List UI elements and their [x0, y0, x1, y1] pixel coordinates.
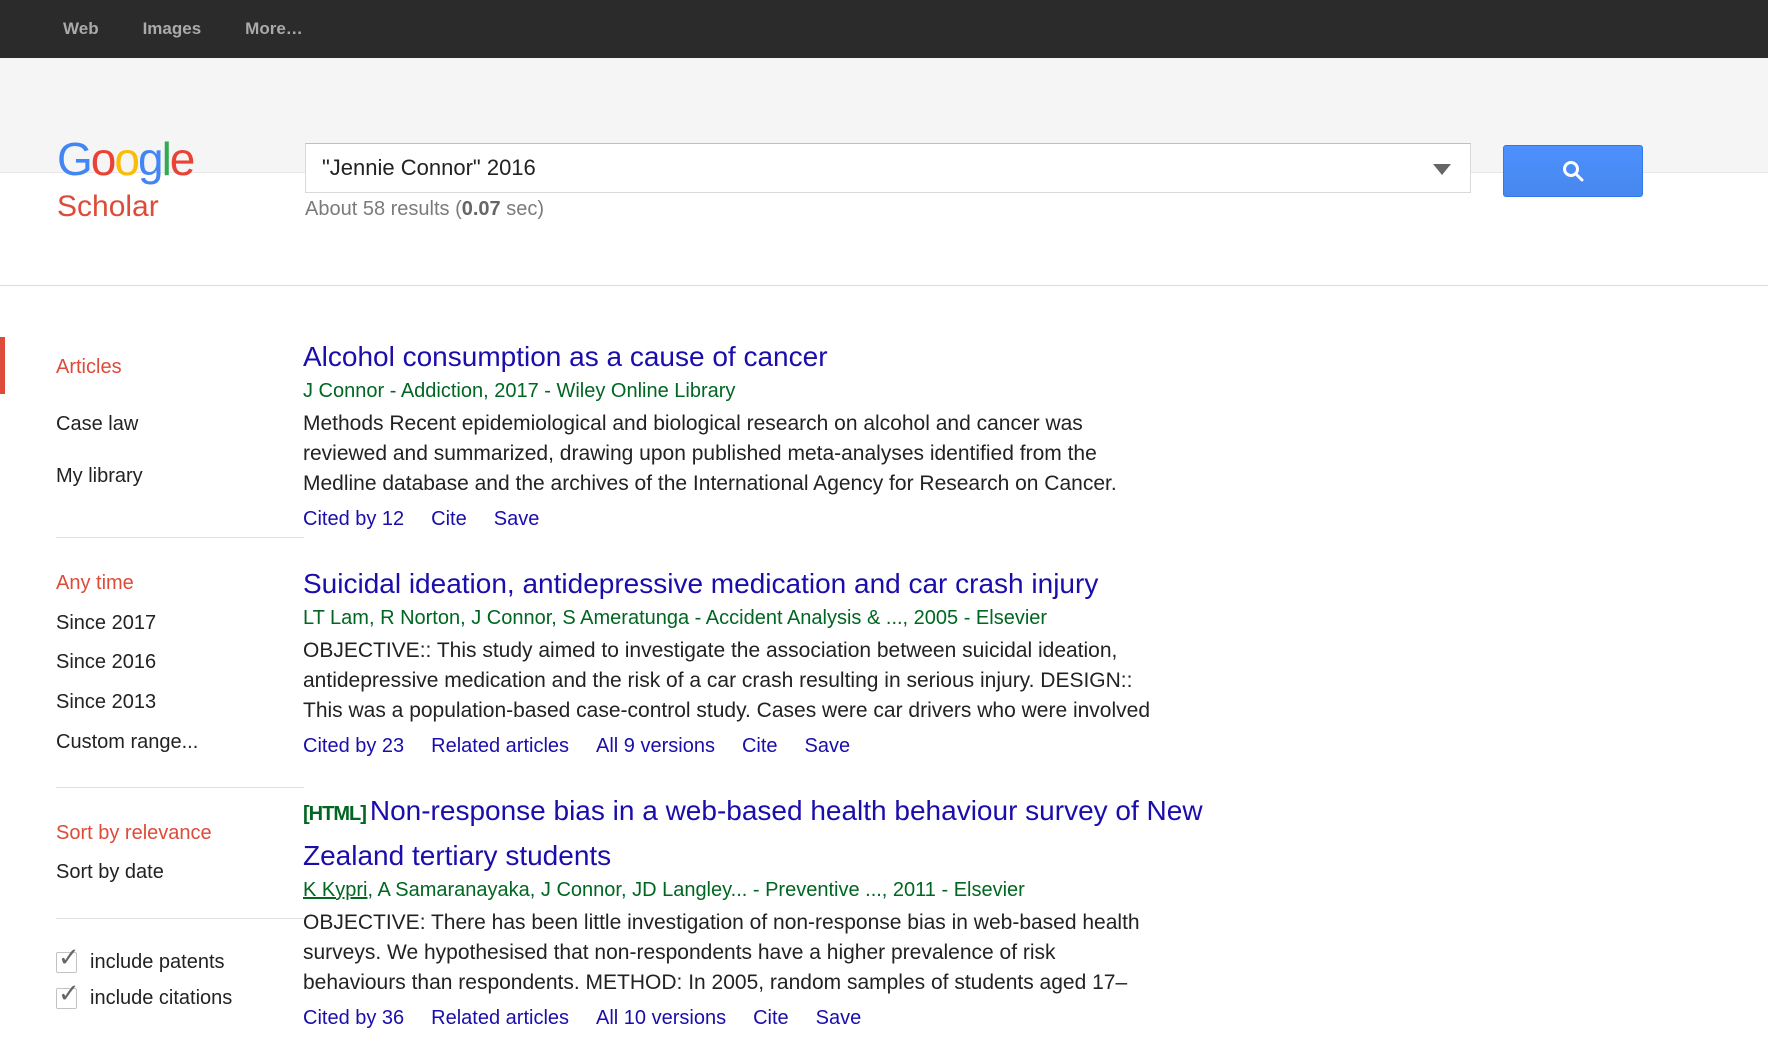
search-result: [HTML]Non-response bias in a web-based h… [303, 790, 1413, 1030]
results-stats: About 58 results (0.07 sec) [305, 198, 544, 221]
search-button[interactable] [1503, 145, 1643, 197]
result-link[interactable]: All 9 versions [596, 734, 715, 758]
result-link[interactable]: Cited by 23 [303, 734, 404, 758]
sidebar-item-case-law[interactable]: Case law [56, 412, 138, 436]
include-citations-label: include citations [90, 986, 232, 1010]
result-snippet: OBJECTIVE: There has been little investi… [303, 908, 1413, 998]
result-authors: LT Lam, R Norton, J Connor, S Ameratunga… [303, 606, 1413, 630]
search-icon [1560, 158, 1586, 184]
search-result: Suicidal ideation, antidepressive medica… [303, 563, 1413, 758]
result-link[interactable]: Cite [431, 507, 467, 531]
author-profile-link[interactable]: K Kypri [303, 879, 367, 901]
include-patents-label: include patents [90, 950, 225, 974]
sidebar-divider [56, 787, 304, 788]
advanced-search-dropdown-icon[interactable] [1433, 164, 1451, 175]
include-patents-option[interactable]: ✓ include patents [56, 950, 225, 974]
result-actions: Cited by 12 Cite Save [303, 507, 1413, 531]
result-title-link[interactable]: Suicidal ideation, antidepressive medica… [303, 563, 1413, 605]
result-snippet: OBJECTIVE:: This study aimed to investig… [303, 636, 1413, 726]
sidebar-item-articles[interactable]: Articles [56, 355, 122, 379]
result-snippet: Methods Recent epidemiological and biolo… [303, 409, 1413, 499]
scholar-home-link[interactable]: Scholar [57, 190, 159, 224]
search-result: Alcohol consumption as a cause of cancer… [303, 336, 1413, 531]
html-format-badge: [HTML] [303, 803, 366, 825]
nav-web[interactable]: Web [63, 19, 99, 39]
filter-since-2017[interactable]: Since 2017 [56, 611, 156, 635]
result-link[interactable]: All 10 versions [596, 1006, 726, 1030]
sidebar-divider [56, 918, 304, 919]
sort-by-relevance[interactable]: Sort by relevance [56, 821, 212, 845]
result-link[interactable]: Related articles [431, 734, 569, 758]
result-link[interactable]: Cite [753, 1006, 789, 1030]
include-citations-option[interactable]: ✓ include citations [56, 986, 232, 1010]
result-actions: Cited by 36 Related articles All 10 versio… [303, 1006, 1413, 1030]
nav-images[interactable]: Images [143, 19, 202, 39]
result-link[interactable]: Save [816, 1006, 862, 1030]
result-link[interactable]: Save [494, 507, 540, 531]
result-link[interactable]: Save [805, 734, 851, 758]
sidebar-divider [56, 537, 304, 538]
search-box-container [305, 143, 1471, 193]
result-title-link[interactable]: [HTML]Non-response bias in a web-based h… [303, 790, 1413, 877]
filter-since-2013[interactable]: Since 2013 [56, 690, 156, 714]
header-divider [0, 285, 1768, 286]
search-input[interactable] [305, 143, 1471, 193]
active-nav-indicator [0, 337, 5, 394]
nav-more[interactable]: More… [245, 19, 303, 39]
result-link[interactable]: Related articles [431, 1006, 569, 1030]
result-link[interactable]: Cite [742, 734, 778, 758]
result-authors: K Kypri, A Samaranayaka, J Connor, JD La… [303, 878, 1413, 902]
search-results: Alcohol consumption as a cause of cancer… [303, 336, 1413, 1062]
result-actions: Cited by 23 Related articles All 9 version… [303, 734, 1413, 758]
search-header: Google [0, 58, 1768, 173]
filter-custom-range[interactable]: Custom range... [56, 730, 198, 754]
result-link[interactable]: Cited by 12 [303, 507, 404, 531]
result-link[interactable]: Cited by 36 [303, 1006, 404, 1030]
google-logo[interactable]: Google [57, 136, 193, 182]
result-title-link[interactable]: Alcohol consumption as a cause of cancer [303, 336, 1413, 378]
filter-since-2016[interactable]: Since 2016 [56, 650, 156, 674]
checkbox-checked-icon[interactable]: ✓ [56, 952, 77, 973]
sort-by-date[interactable]: Sort by date [56, 860, 164, 884]
result-authors: J Connor - Addiction, 2017 - Wiley Onlin… [303, 379, 1413, 403]
sidebar-item-my-library[interactable]: My library [56, 464, 143, 488]
top-navigation-bar: Web Images More… [0, 0, 1768, 58]
checkbox-checked-icon[interactable]: ✓ [56, 988, 77, 1009]
filter-any-time[interactable]: Any time [56, 571, 134, 595]
